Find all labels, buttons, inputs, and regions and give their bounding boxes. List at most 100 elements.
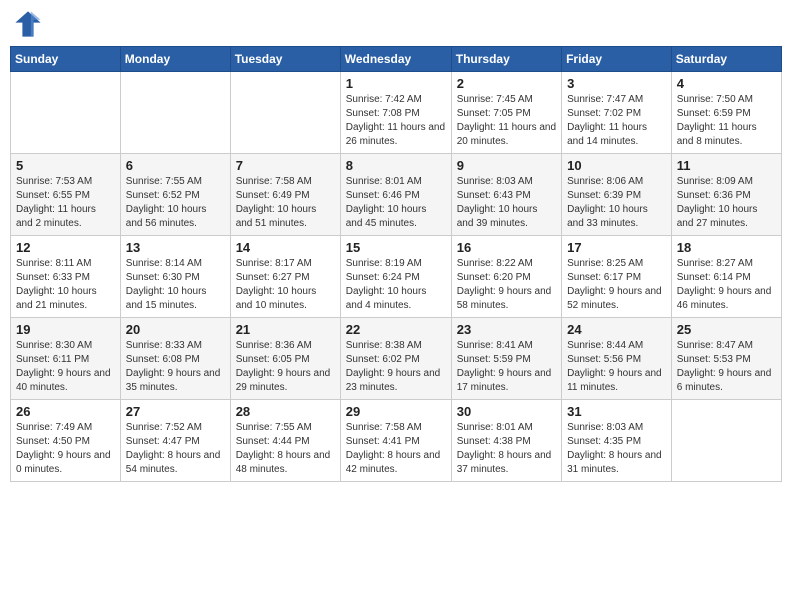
calendar-cell bbox=[120, 72, 230, 154]
cell-sun-info: Sunrise: 7:50 AM Sunset: 6:59 PM Dayligh… bbox=[677, 93, 776, 149]
day-number: 24 bbox=[567, 322, 666, 337]
calendar-cell: 22 Sunrise: 8:38 AM Sunset: 6:02 PM Dayli… bbox=[340, 318, 451, 400]
day-number: 20 bbox=[126, 322, 225, 337]
day-of-week-header: Monday bbox=[120, 47, 230, 72]
calendar-cell: 4 Sunrise: 7:50 AM Sunset: 6:59 PM Daylig… bbox=[671, 72, 781, 154]
cell-sun-info: Sunrise: 8:14 AM Sunset: 6:30 PM Dayligh… bbox=[126, 257, 225, 313]
day-number: 4 bbox=[677, 76, 776, 91]
calendar-cell: 26 Sunrise: 7:49 AM Sunset: 4:50 PM Dayli… bbox=[11, 400, 121, 482]
cell-sun-info: Sunrise: 7:55 AM Sunset: 4:44 PM Dayligh… bbox=[236, 421, 335, 477]
calendar-cell: 16 Sunrise: 8:22 AM Sunset: 6:20 PM Dayli… bbox=[451, 236, 561, 318]
calendar-week-row: 1 Sunrise: 7:42 AM Sunset: 7:08 PM Daylig… bbox=[11, 72, 782, 154]
day-number: 5 bbox=[16, 158, 115, 173]
day-number: 26 bbox=[16, 404, 115, 419]
calendar-header-row: SundayMondayTuesdayWednesdayThursdayFrid… bbox=[11, 47, 782, 72]
day-number: 2 bbox=[457, 76, 556, 91]
cell-sun-info: Sunrise: 8:22 AM Sunset: 6:20 PM Dayligh… bbox=[457, 257, 556, 313]
calendar-cell: 5 Sunrise: 7:53 AM Sunset: 6:55 PM Daylig… bbox=[11, 154, 121, 236]
day-of-week-header: Thursday bbox=[451, 47, 561, 72]
calendar-cell: 24 Sunrise: 8:44 AM Sunset: 5:56 PM Dayli… bbox=[562, 318, 672, 400]
calendar-table: SundayMondayTuesdayWednesdayThursdayFrid… bbox=[10, 46, 782, 482]
calendar-cell bbox=[230, 72, 340, 154]
calendar-cell: 18 Sunrise: 8:27 AM Sunset: 6:14 PM Dayli… bbox=[671, 236, 781, 318]
calendar-cell: 14Sunrise: 8:17 AM Sunset: 6:27 PM Dayli… bbox=[230, 236, 340, 318]
cell-sun-info: Sunrise: 8:38 AM Sunset: 6:02 PM Dayligh… bbox=[346, 339, 446, 395]
day-number: 11 bbox=[677, 158, 776, 173]
calendar-cell: 20 Sunrise: 8:33 AM Sunset: 6:08 PM Dayli… bbox=[120, 318, 230, 400]
day-of-week-header: Friday bbox=[562, 47, 672, 72]
cell-sun-info: Sunrise: 8:47 AM Sunset: 5:53 PM Dayligh… bbox=[677, 339, 776, 395]
calendar-cell: 30 Sunrise: 8:01 AM Sunset: 4:38 PM Dayli… bbox=[451, 400, 561, 482]
day-number: 25 bbox=[677, 322, 776, 337]
cell-sun-info: Sunrise: 7:53 AM Sunset: 6:55 PM Dayligh… bbox=[16, 175, 115, 231]
day-number: 10 bbox=[567, 158, 666, 173]
day-number: 18 bbox=[677, 240, 776, 255]
day-number: 19 bbox=[16, 322, 115, 337]
calendar-week-row: 12Sunrise: 8:11 AM Sunset: 6:33 PM Dayli… bbox=[11, 236, 782, 318]
day-number: 31 bbox=[567, 404, 666, 419]
day-number: 22 bbox=[346, 322, 446, 337]
cell-sun-info: Sunrise: 8:03 AM Sunset: 6:43 PM Dayligh… bbox=[457, 175, 556, 231]
day-number: 14 bbox=[236, 240, 335, 255]
calendar-week-row: 5 Sunrise: 7:53 AM Sunset: 6:55 PM Daylig… bbox=[11, 154, 782, 236]
cell-sun-info: Sunrise: 8:01 AM Sunset: 6:46 PM Dayligh… bbox=[346, 175, 446, 231]
cell-sun-info: Sunrise: 8:27 AM Sunset: 6:14 PM Dayligh… bbox=[677, 257, 776, 313]
cell-sun-info: Sunrise: 8:09 AM Sunset: 6:36 PM Dayligh… bbox=[677, 175, 776, 231]
day-number: 1 bbox=[346, 76, 446, 91]
day-number: 16 bbox=[457, 240, 556, 255]
day-number: 29 bbox=[346, 404, 446, 419]
logo-icon bbox=[14, 10, 42, 38]
cell-sun-info: Sunrise: 8:44 AM Sunset: 5:56 PM Dayligh… bbox=[567, 339, 666, 395]
calendar-cell: 8 Sunrise: 8:01 AM Sunset: 6:46 PM Daylig… bbox=[340, 154, 451, 236]
cell-sun-info: Sunrise: 8:30 AM Sunset: 6:11 PM Dayligh… bbox=[16, 339, 115, 395]
calendar-week-row: 19 Sunrise: 8:30 AM Sunset: 6:11 PM Dayli… bbox=[11, 318, 782, 400]
day-number: 7 bbox=[236, 158, 335, 173]
calendar-cell: 17 Sunrise: 8:25 AM Sunset: 6:17 PM Dayli… bbox=[562, 236, 672, 318]
cell-sun-info: Sunrise: 8:36 AM Sunset: 6:05 PM Dayligh… bbox=[236, 339, 335, 395]
calendar-cell bbox=[11, 72, 121, 154]
cell-sun-info: Sunrise: 7:55 AM Sunset: 6:52 PM Dayligh… bbox=[126, 175, 225, 231]
cell-sun-info: Sunrise: 8:06 AM Sunset: 6:39 PM Dayligh… bbox=[567, 175, 666, 231]
calendar-cell: 13Sunrise: 8:14 AM Sunset: 6:30 PM Dayli… bbox=[120, 236, 230, 318]
day-number: 9 bbox=[457, 158, 556, 173]
calendar-cell: 10 Sunrise: 8:06 AM Sunset: 6:39 PM Dayli… bbox=[562, 154, 672, 236]
cell-sun-info: Sunrise: 8:25 AM Sunset: 6:17 PM Dayligh… bbox=[567, 257, 666, 313]
calendar-cell: 2 Sunrise: 7:45 AM Sunset: 7:05 PM Daylig… bbox=[451, 72, 561, 154]
calendar-cell: 12Sunrise: 8:11 AM Sunset: 6:33 PM Dayli… bbox=[11, 236, 121, 318]
calendar-cell: 1 Sunrise: 7:42 AM Sunset: 7:08 PM Daylig… bbox=[340, 72, 451, 154]
calendar-cell: 25 Sunrise: 8:47 AM Sunset: 5:53 PM Dayli… bbox=[671, 318, 781, 400]
page-header bbox=[10, 10, 782, 38]
day-of-week-header: Saturday bbox=[671, 47, 781, 72]
day-number: 28 bbox=[236, 404, 335, 419]
logo bbox=[14, 10, 44, 38]
calendar-week-row: 26 Sunrise: 7:49 AM Sunset: 4:50 PM Dayli… bbox=[11, 400, 782, 482]
cell-sun-info: Sunrise: 7:49 AM Sunset: 4:50 PM Dayligh… bbox=[16, 421, 115, 477]
calendar-cell: 27Sunrise: 7:52 AM Sunset: 4:47 PM Dayli… bbox=[120, 400, 230, 482]
day-number: 8 bbox=[346, 158, 446, 173]
day-of-week-header: Wednesday bbox=[340, 47, 451, 72]
cell-sun-info: Sunrise: 8:01 AM Sunset: 4:38 PM Dayligh… bbox=[457, 421, 556, 477]
cell-sun-info: Sunrise: 8:33 AM Sunset: 6:08 PM Dayligh… bbox=[126, 339, 225, 395]
calendar-cell: 7Sunrise: 7:58 AM Sunset: 6:49 PM Daylig… bbox=[230, 154, 340, 236]
calendar-cell: 15Sunrise: 8:19 AM Sunset: 6:24 PM Dayli… bbox=[340, 236, 451, 318]
day-number: 30 bbox=[457, 404, 556, 419]
calendar-cell: 29 Sunrise: 7:58 AM Sunset: 4:41 PM Dayli… bbox=[340, 400, 451, 482]
calendar-cell bbox=[671, 400, 781, 482]
cell-sun-info: Sunrise: 7:42 AM Sunset: 7:08 PM Dayligh… bbox=[346, 93, 446, 149]
cell-sun-info: Sunrise: 7:47 AM Sunset: 7:02 PM Dayligh… bbox=[567, 93, 666, 149]
calendar-cell: 11 Sunrise: 8:09 AM Sunset: 6:36 PM Dayli… bbox=[671, 154, 781, 236]
cell-sun-info: Sunrise: 7:45 AM Sunset: 7:05 PM Dayligh… bbox=[457, 93, 556, 149]
day-of-week-header: Sunday bbox=[11, 47, 121, 72]
cell-sun-info: Sunrise: 8:11 AM Sunset: 6:33 PM Dayligh… bbox=[16, 257, 115, 313]
day-number: 17 bbox=[567, 240, 666, 255]
cell-sun-info: Sunrise: 7:52 AM Sunset: 4:47 PM Dayligh… bbox=[126, 421, 225, 477]
cell-sun-info: Sunrise: 7:58 AM Sunset: 4:41 PM Dayligh… bbox=[346, 421, 446, 477]
calendar-cell: 9 Sunrise: 8:03 AM Sunset: 6:43 PM Daylig… bbox=[451, 154, 561, 236]
cell-sun-info: Sunrise: 8:41 AM Sunset: 5:59 PM Dayligh… bbox=[457, 339, 556, 395]
calendar-cell: 6Sunrise: 7:55 AM Sunset: 6:52 PM Daylig… bbox=[120, 154, 230, 236]
day-of-week-header: Tuesday bbox=[230, 47, 340, 72]
calendar-cell: 23 Sunrise: 8:41 AM Sunset: 5:59 PM Dayli… bbox=[451, 318, 561, 400]
day-number: 15 bbox=[346, 240, 446, 255]
calendar-cell: 21Sunrise: 8:36 AM Sunset: 6:05 PM Dayli… bbox=[230, 318, 340, 400]
day-number: 23 bbox=[457, 322, 556, 337]
